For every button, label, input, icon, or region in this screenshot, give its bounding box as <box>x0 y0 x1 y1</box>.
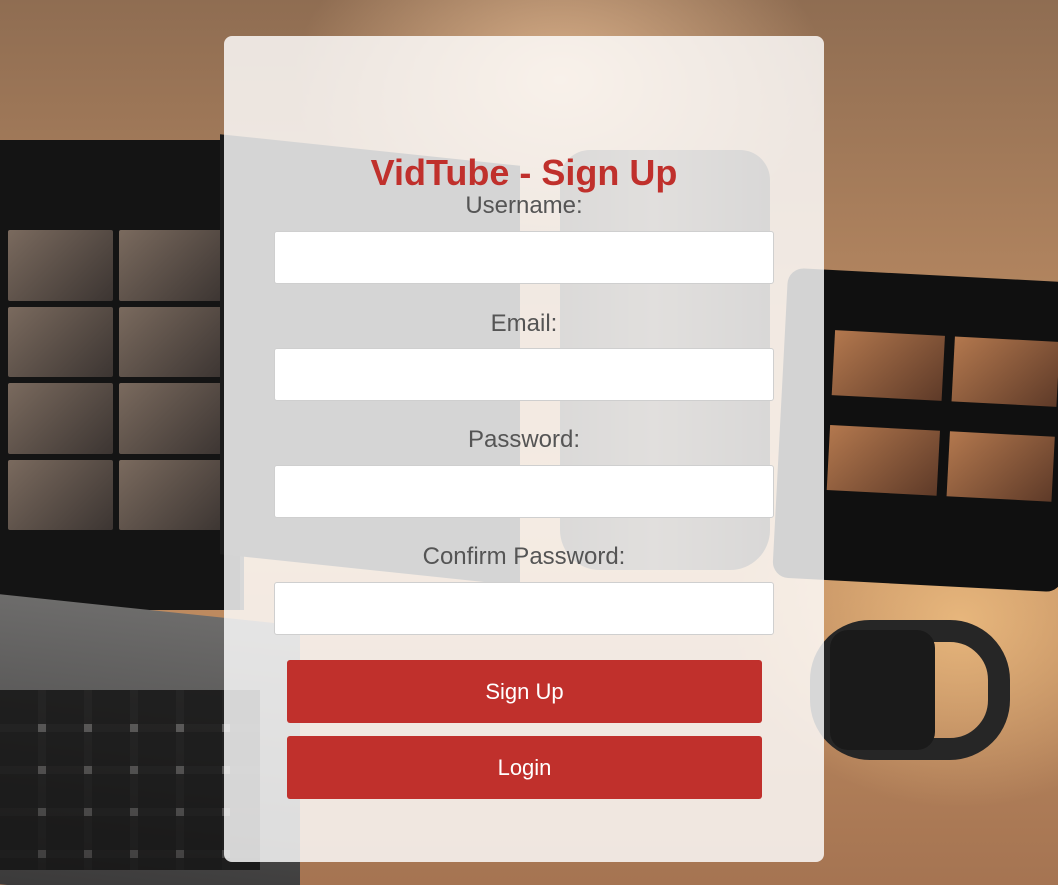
password-input[interactable] <box>274 465 774 518</box>
login-button[interactable]: Login <box>287 736 762 799</box>
video-call-grid-image <box>8 230 223 530</box>
email-input[interactable] <box>274 348 774 401</box>
username-input[interactable] <box>274 231 774 284</box>
smartwatch-face-image <box>830 630 935 750</box>
signup-button[interactable]: Sign Up <box>287 660 762 723</box>
username-label: Username: <box>465 192 583 219</box>
laptop-screen-image <box>0 140 244 610</box>
confirm-password-input[interactable] <box>274 582 774 635</box>
signup-card: VidTube - Sign Up Username: Email: Passw… <box>224 36 824 862</box>
keyboard-keys-image <box>0 690 260 870</box>
page-title: VidTube - Sign Up <box>370 152 678 193</box>
password-label: Password: <box>467 426 581 453</box>
email-label: Email: <box>490 310 558 337</box>
confirm-password-label: Confirm Password: <box>422 543 626 570</box>
